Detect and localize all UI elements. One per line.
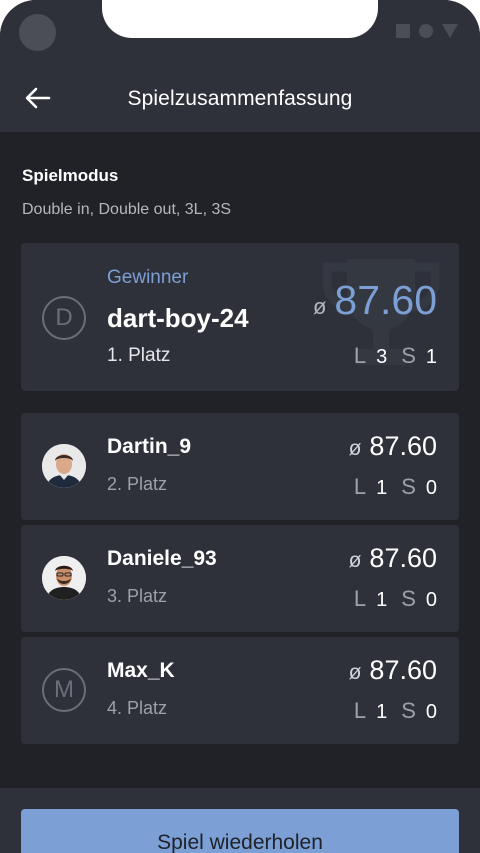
avatar-photo: [42, 556, 86, 600]
back-nav-icon: [442, 24, 458, 38]
legs-value: 1: [376, 477, 388, 499]
sets-stat: S 0: [401, 474, 437, 500]
legs-value: 1: [376, 589, 388, 611]
player-average: ø 87.60: [349, 543, 437, 574]
phone-screen: Spielzusammenfassung Spielmodus Double i…: [0, 0, 480, 853]
person-photo-icon: [42, 444, 86, 488]
winner-legs-sets: L 3 S 1: [354, 343, 437, 369]
player-place: 4. Platz: [107, 698, 168, 718]
winner-card[interactable]: D Gewinner dart-boy-24 1. Platz ø 87.60 …: [21, 243, 459, 391]
sets-label: S: [401, 474, 416, 499]
legs-stat: L 1: [354, 586, 387, 612]
sets-label: S: [401, 343, 416, 368]
legs-value: 3: [376, 346, 388, 368]
legs-label: L: [353, 474, 367, 499]
sets-value: 0: [425, 477, 437, 499]
legs-label: L: [353, 698, 367, 723]
average-symbol: ø: [348, 549, 362, 572]
average-value: 87.60: [369, 655, 437, 685]
home-icon: [419, 24, 433, 38]
winner-average: ø 87.60: [313, 277, 437, 324]
player-average: ø 87.60: [349, 655, 437, 686]
sets-value: 0: [425, 589, 437, 611]
replay-game-label: Spiel wiederholen: [157, 831, 323, 853]
sets-label: S: [401, 586, 416, 611]
winner-label: Gewinner: [107, 267, 189, 288]
player-card[interactable]: M Max_K 4. Platz ø 87.60 L 1 S 0: [21, 637, 459, 744]
winner-name: dart-boy-24: [107, 303, 249, 333]
legs-value: 1: [376, 701, 388, 723]
player-legs-sets: L 1 S 0: [354, 586, 437, 612]
replay-game-button[interactable]: Spiel wiederholen: [21, 809, 459, 853]
player-name: Dartin_9: [107, 435, 192, 458]
sets-label: S: [401, 698, 416, 723]
sets-value: 0: [425, 701, 437, 723]
bottom-bar: Spiel wiederholen: [0, 788, 480, 853]
average-symbol: ø: [312, 294, 327, 319]
sets-stat: S 0: [401, 698, 437, 724]
player-card[interactable]: Dartin_9 2. Platz ø 87.60 L 1 S 0: [21, 413, 459, 520]
player-average: ø 87.60: [349, 431, 437, 462]
player-name: Daniele_93: [107, 547, 217, 570]
legs-stat: L 1: [354, 698, 387, 724]
avatar: D: [42, 296, 86, 340]
legs-label: L: [353, 586, 367, 611]
player-name: Max_K: [107, 659, 175, 682]
legs-label: L: [353, 343, 367, 368]
player-legs-sets: L 1 S 0: [354, 698, 437, 724]
average-value: 87.60: [369, 543, 437, 573]
player-place: 2. Platz: [107, 474, 168, 494]
avatar: M: [42, 668, 86, 712]
person-photo-icon: [42, 556, 86, 600]
sets-value: 1: [425, 346, 437, 368]
recent-apps-icon: [396, 24, 410, 38]
average-symbol: ø: [348, 437, 362, 460]
status-icons: [396, 24, 458, 38]
average-value: 87.60: [334, 277, 437, 323]
arrow-left-icon: [25, 87, 51, 109]
legs-stat: L 1: [354, 474, 387, 500]
page-title: Spielzusammenfassung: [127, 87, 353, 110]
legs-stat: L 3: [354, 343, 387, 369]
avatar-initial: M: [54, 676, 74, 703]
device-notch: [102, 0, 378, 38]
camera-icon: [19, 14, 56, 51]
average-value: 87.60: [369, 431, 437, 461]
player-legs-sets: L 1 S 0: [354, 474, 437, 500]
player-card[interactable]: Daniele_93 3. Platz ø 87.60 L 1 S 0: [21, 525, 459, 632]
avatar-photo: [42, 444, 86, 488]
sets-stat: S 1: [401, 343, 437, 369]
mode-heading: Spielmodus: [22, 166, 119, 185]
mode-value: Double in, Double out, 3L, 3S: [22, 201, 232, 218]
back-button[interactable]: [20, 80, 56, 116]
winner-place: 1. Platz: [107, 345, 171, 366]
avatar-initial: D: [55, 304, 73, 331]
app-bar: Spielzusammenfassung: [0, 66, 480, 132]
average-symbol: ø: [348, 661, 362, 684]
sets-stat: S 0: [401, 586, 437, 612]
player-place: 3. Platz: [107, 586, 168, 606]
